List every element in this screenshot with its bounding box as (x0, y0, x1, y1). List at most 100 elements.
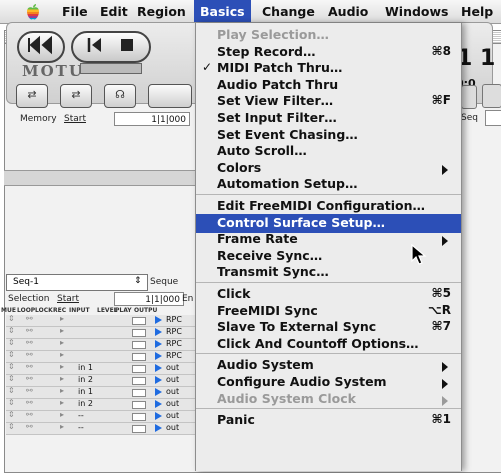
record-toggle-icon[interactable]: ▸ (60, 422, 64, 431)
table-row[interactable]: ⇕ ⚯ ▸ -- out (6, 410, 196, 423)
track-input[interactable]: -- (78, 423, 84, 432)
track-output[interactable]: out (166, 363, 179, 372)
table-row[interactable]: ⇕ ⚯ ▸ RPC (6, 326, 196, 339)
record-toggle-icon[interactable]: ▸ (60, 398, 64, 407)
play-icon[interactable] (155, 424, 162, 432)
track-output[interactable]: out (166, 423, 179, 432)
seq-field[interactable] (485, 110, 501, 126)
punch-button[interactable]: ☊ (104, 84, 136, 108)
record-toggle-icon[interactable]: ▸ (60, 326, 64, 335)
track-output[interactable]: out (166, 387, 179, 396)
loop-toggle-icon[interactable]: ⚯ (26, 362, 33, 371)
menu-edit[interactable]: Edit (94, 0, 134, 23)
menu-windows[interactable]: Windows (379, 0, 455, 23)
menu-region[interactable]: Region (131, 0, 192, 23)
level-box[interactable] (132, 425, 146, 433)
track-input[interactable]: -- (78, 411, 84, 420)
track-output[interactable]: out (166, 411, 179, 420)
track-input[interactable]: in 2 (78, 399, 93, 408)
tracks-window-title[interactable] (4, 170, 195, 186)
loop-toggle-icon[interactable]: ⚯ (26, 398, 33, 407)
selection-start-field[interactable]: 1|1|000 (114, 292, 184, 306)
loop-toggle-icon[interactable]: ⚯ (26, 374, 33, 383)
sequence-selector[interactable]: Seq-1 ⇕ (6, 274, 148, 291)
level-box[interactable] (132, 341, 146, 349)
record-toggle-icon[interactable]: ▸ (60, 410, 64, 419)
table-row[interactable]: ⇕ ⚯ ▸ -- out (6, 422, 196, 435)
mute-toggle-icon[interactable]: ⇕ (8, 410, 15, 419)
menu-basics[interactable]: Basics (194, 0, 251, 23)
record-toggle-icon[interactable]: ▸ (60, 314, 64, 323)
track-output[interactable]: RPC (166, 327, 182, 336)
loop-toggle-icon[interactable]: ⚯ (26, 326, 33, 335)
menu-item-click-and-countoff-options[interactable]: Click And Countoff Options… (196, 335, 461, 354)
level-box[interactable] (132, 401, 146, 409)
track-output[interactable]: RPC (166, 315, 182, 324)
track-input[interactable]: in 2 (78, 375, 93, 384)
menu-file[interactable]: File (56, 0, 94, 23)
play-icon[interactable] (155, 400, 162, 408)
mute-toggle-icon[interactable]: ⇕ (8, 386, 15, 395)
mute-toggle-icon[interactable]: ⇕ (8, 350, 15, 359)
mute-toggle-icon[interactable]: ⇕ (8, 314, 15, 323)
level-box[interactable] (132, 365, 146, 373)
level-box[interactable] (132, 389, 146, 397)
level-box[interactable] (132, 317, 146, 325)
table-row[interactable]: ⇕ ⚯ ▸ in 2 out (6, 374, 196, 387)
track-output[interactable]: RPC (166, 351, 182, 360)
play-icon[interactable] (155, 352, 162, 360)
table-row[interactable]: ⇕ ⚯ ▸ RPC (6, 338, 196, 351)
apple-menu-icon[interactable] (24, 3, 42, 21)
record-toggle-icon[interactable]: ▸ (60, 374, 64, 383)
loop-toggle-icon[interactable]: ⚯ (26, 422, 33, 431)
play-icon[interactable] (155, 376, 162, 384)
record-toggle-icon[interactable]: ▸ (60, 350, 64, 359)
transport-side-button[interactable] (461, 85, 477, 109)
track-output[interactable]: out (166, 399, 179, 408)
mute-toggle-icon[interactable]: ⇕ (8, 422, 15, 431)
mute-toggle-icon[interactable]: ⇕ (8, 362, 15, 371)
loop-toggle-icon[interactable]: ⚯ (26, 338, 33, 347)
transport-side-button-2[interactable] (482, 84, 501, 108)
loop-button[interactable]: ⇄ (16, 84, 48, 108)
record-toggle-icon[interactable]: ▸ (60, 386, 64, 395)
overdub-button[interactable] (148, 84, 192, 108)
level-box[interactable] (132, 413, 146, 421)
back-to-start-button[interactable] (71, 31, 151, 63)
table-row[interactable]: ⇕ ⚯ ▸ in 2 out (6, 398, 196, 411)
table-row[interactable]: ⇕ ⚯ ▸ in 1 out (6, 386, 196, 399)
loop-toggle-icon[interactable]: ⚯ (26, 410, 33, 419)
record-toggle-icon[interactable]: ▸ (60, 338, 64, 347)
menu-help[interactable]: Help (455, 0, 499, 23)
rewind-button[interactable] (17, 31, 65, 63)
mute-toggle-icon[interactable]: ⇕ (8, 374, 15, 383)
menu-item-transmit-sync[interactable]: Transmit Sync… (196, 263, 461, 282)
mute-toggle-icon[interactable]: ⇕ (8, 326, 15, 335)
menu-change[interactable]: Change (256, 0, 321, 23)
level-box[interactable] (132, 377, 146, 385)
menu-item-panic[interactable]: Panic ⌘1 (196, 411, 461, 430)
track-input[interactable]: in 1 (78, 387, 93, 396)
play-icon[interactable] (155, 364, 162, 372)
track-output[interactable]: out (166, 375, 179, 384)
memory-start-field[interactable]: 1|1|000 (114, 112, 190, 126)
table-row[interactable]: ⇕ ⚯ ▸ in 1 out (6, 362, 196, 375)
menu-audio[interactable]: Audio (322, 0, 374, 23)
level-box[interactable] (132, 329, 146, 337)
menu-item-automation-setup[interactable]: Automation Setup… (196, 175, 461, 194)
level-box[interactable] (132, 353, 146, 361)
record-toggle-icon[interactable]: ▸ (60, 362, 64, 371)
track-input[interactable]: in 1 (78, 363, 93, 372)
loop-toggle-icon[interactable]: ⚯ (26, 386, 33, 395)
loop-toggle-icon[interactable]: ⚯ (26, 350, 33, 359)
play-icon[interactable] (155, 412, 162, 420)
play-icon[interactable] (155, 328, 162, 336)
play-icon[interactable] (155, 340, 162, 348)
replay-button[interactable]: ⇄ (60, 84, 92, 108)
mute-toggle-icon[interactable]: ⇕ (8, 338, 15, 347)
table-row[interactable]: ⇕ ⚯ ▸ RPC (6, 350, 196, 363)
mute-toggle-icon[interactable]: ⇕ (8, 398, 15, 407)
table-row[interactable]: ⇕ ⚯ ▸ RPC (6, 314, 196, 327)
play-icon[interactable] (155, 316, 162, 324)
transport-slider[interactable] (80, 63, 142, 74)
